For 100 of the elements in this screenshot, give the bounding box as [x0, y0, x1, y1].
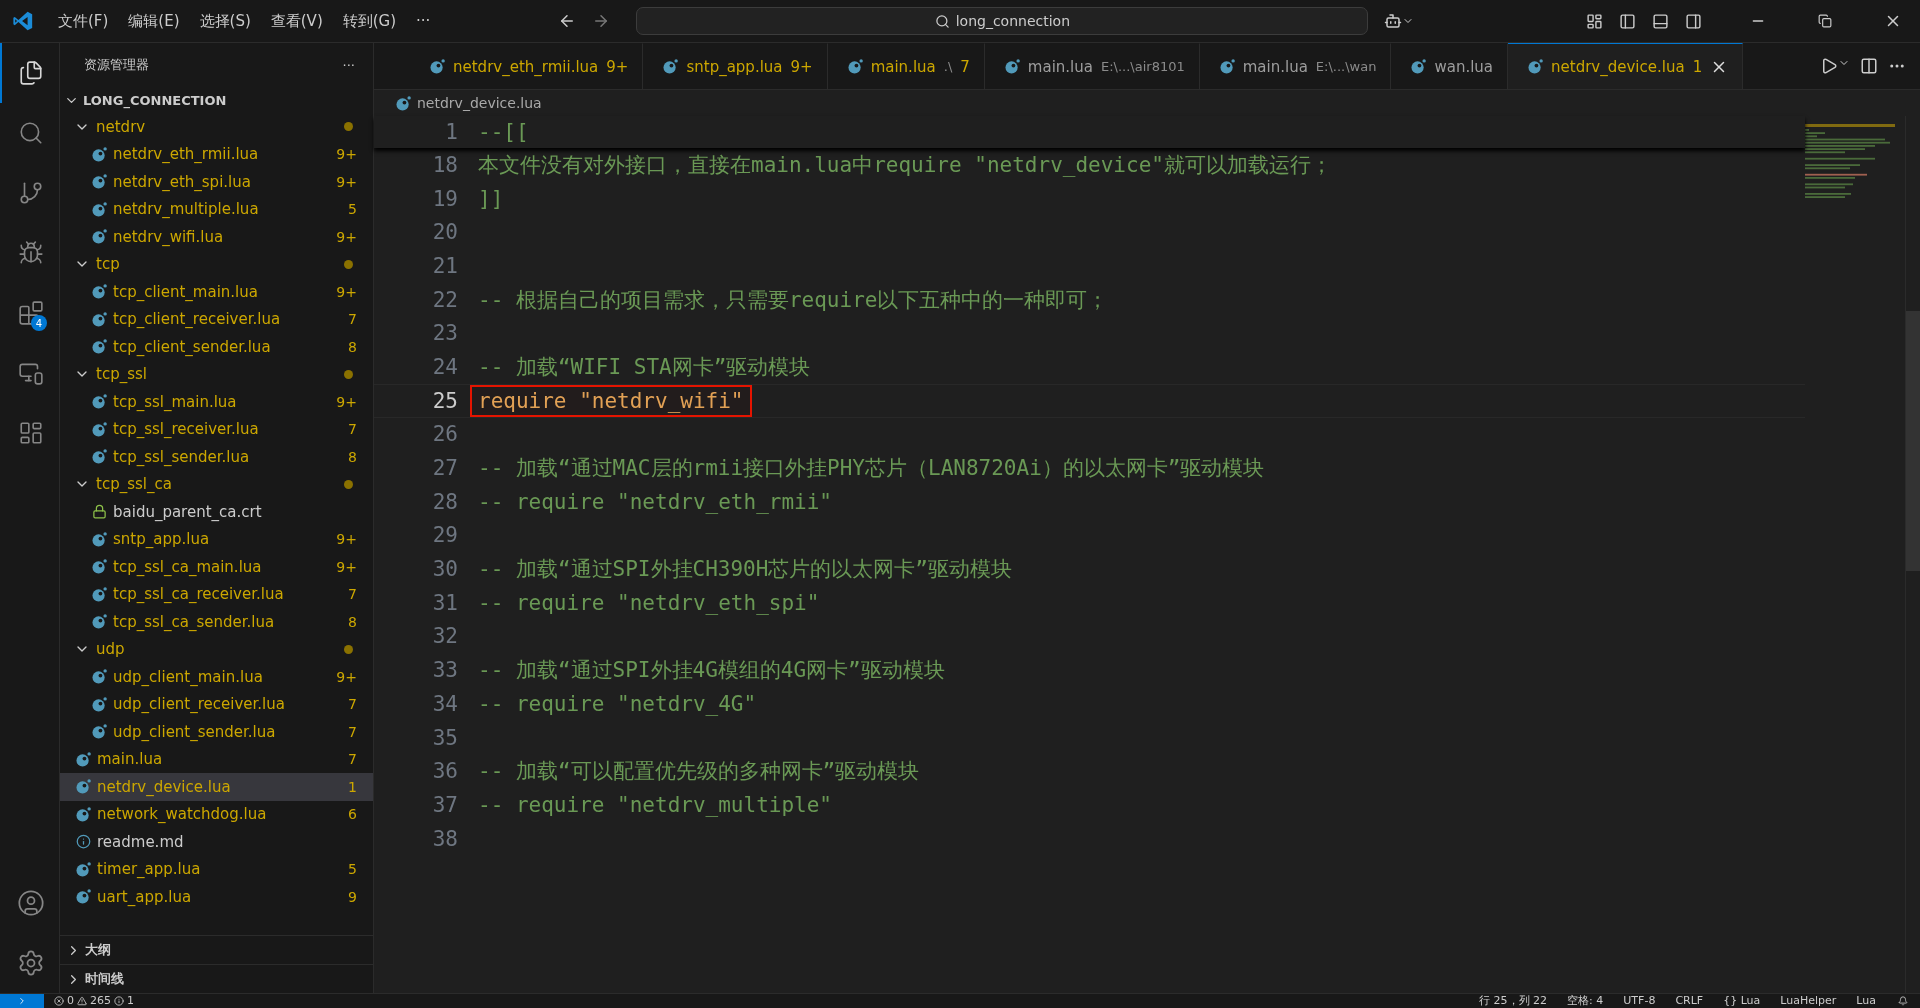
search-icon [934, 13, 950, 29]
status-item[interactable]: CRLF [1665, 995, 1714, 1007]
lua-file-icon [396, 95, 411, 111]
file-item[interactable]: tcp_ssl_ca_receiver.lua 7 [60, 580, 373, 608]
problem-count: 7 [348, 696, 357, 713]
file-item[interactable]: netdrv_multiple.lua 5 [60, 195, 373, 223]
menu-item[interactable]: 编辑(E) [118, 11, 190, 31]
file-item[interactable]: baidu_parent_ca.crt [60, 498, 373, 526]
status-item[interactable]: LuaHelper [1770, 995, 1847, 1007]
lua-file-icon [92, 724, 107, 740]
status-item[interactable]: 行 25，列 22 [1469, 995, 1558, 1007]
folder-name: tcp_ssl_ca [96, 475, 173, 494]
problem-count: 7 [348, 586, 357, 603]
file-item[interactable]: tcp_ssl_ca_sender.lua 8 [60, 608, 373, 636]
file-item[interactable]: udp_client_sender.lua 7 [60, 718, 373, 746]
lua-file-icon [92, 394, 107, 410]
folder-item[interactable]: netdrv [60, 113, 373, 141]
code-line: -- 加载“通过SPI外挂CH390H芯片的以太网卡”驱动模块 [477, 556, 1013, 584]
project-folder[interactable]: LONG_CONNECTION [60, 87, 373, 113]
line-number: 29 [431, 523, 459, 548]
folder-item[interactable]: tcp_ssl_ca [60, 470, 373, 498]
folder-item[interactable]: tcp_ssl [60, 360, 373, 388]
section-header[interactable]: 大纲 [60, 935, 373, 964]
code-line: -- 根据自己的项目需求，只需要require以下五种中的一种即可； [477, 286, 1110, 314]
folder-name: tcp_ssl [96, 365, 148, 384]
problem-count: 9+ [336, 668, 357, 685]
status-item[interactable]: {} Lua [1713, 995, 1771, 1007]
panel-toggle-icon[interactable] [1652, 12, 1669, 30]
folder-name: udp [96, 640, 126, 659]
folder-item[interactable]: tcp [60, 250, 373, 278]
activity-bar-item[interactable]: 4 [0, 283, 59, 343]
secondary-sidebar-icon[interactable] [1685, 12, 1702, 30]
menu-item[interactable]: 转到(G) [332, 11, 407, 31]
line-number: 32 [431, 624, 459, 649]
line-number: 28 [431, 489, 459, 514]
split-editor-icon[interactable] [1860, 57, 1878, 75]
code-line: -- require "netdrv_eth_spi" [477, 589, 821, 617]
menu-item[interactable]: 查看(V) [260, 11, 333, 31]
file-item[interactable]: readme.md [60, 828, 373, 856]
lua-file-icon [663, 59, 679, 74]
status-item[interactable]: Lua [1846, 995, 1886, 1007]
files-icon [17, 60, 44, 86]
file-item[interactable]: timer_app.lua 5 [60, 855, 373, 883]
layout-icon[interactable] [1586, 12, 1603, 30]
problem-count: 9+ [336, 558, 357, 575]
file-item[interactable]: tcp_ssl_receiver.lua 7 [60, 415, 373, 443]
file-item[interactable]: netdrv_eth_spi.lua 9+ [60, 168, 373, 196]
lua-file-icon [1528, 59, 1544, 74]
breadcrumb-item[interactable]: netdrv_device.lua [417, 95, 542, 111]
file-item[interactable]: netdrv_device.lua 1 [60, 773, 373, 801]
extensions-icon [17, 300, 44, 326]
problem-count: 6 [348, 806, 357, 823]
file-item[interactable]: network_watchdog.lua 6 [60, 800, 373, 828]
lua-file-icon [92, 531, 107, 547]
explorer-title: 资源管理器 [84, 56, 149, 74]
file-item[interactable]: tcp_ssl_ca_main.lua 9+ [60, 553, 373, 581]
problem-count: 5 [348, 201, 357, 218]
file-item[interactable]: uart_app.lua 9 [60, 883, 373, 911]
file-item[interactable]: tcp_client_receiver.lua 7 [60, 305, 373, 333]
more-actions-button[interactable]: ··· [342, 57, 355, 73]
folder-item[interactable]: udp [60, 635, 373, 663]
problem-count: 9+ [336, 531, 357, 548]
command-center-field[interactable]: long_connection [636, 7, 1369, 35]
menu-item[interactable]: 选择(S) [189, 11, 261, 31]
sidebar-toggle-icon[interactable] [1619, 12, 1636, 30]
file-item[interactable]: main.lua 7 [60, 745, 373, 773]
lua-file-icon [847, 59, 863, 74]
line-number: 20 [431, 220, 459, 245]
restore-icon[interactable] [1818, 14, 1832, 28]
problems-indicator[interactable]: 0 265 1 [44, 995, 144, 1007]
code-line: -- require "netdrv_eth_rmii" [477, 488, 833, 516]
file-item[interactable]: udp_client_receiver.lua 7 [60, 690, 373, 718]
file-item[interactable]: sntp_app.lua 9+ [60, 525, 373, 553]
notifications-icon[interactable] [1898, 996, 1908, 1006]
file-item[interactable]: tcp_ssl_main.lua 9+ [60, 388, 373, 416]
lua-file-icon [92, 586, 107, 602]
lua-file-icon [92, 449, 107, 465]
file-item[interactable]: netdrv_eth_rmii.lua 9+ [60, 140, 373, 168]
file-item[interactable]: netdrv_wifi.lua 9+ [60, 223, 373, 251]
status-dot [344, 369, 353, 379]
lua-file-icon [76, 751, 91, 767]
notification-badge: 4 [31, 315, 47, 331]
status-item[interactable]: UTF-8 [1613, 995, 1666, 1007]
line-number: 35 [431, 725, 459, 750]
editor-tab[interactable]: netdrv_device.lua 1 [1508, 43, 1744, 89]
run-icon[interactable] [1820, 57, 1850, 75]
lua-file-icon [92, 696, 107, 712]
file-item[interactable]: udp_client_main.lua 9+ [60, 663, 373, 691]
line-number: 37 [431, 792, 459, 817]
lua-file-icon [92, 284, 107, 300]
problem-count: 9+ [336, 393, 357, 410]
file-item[interactable]: tcp_client_main.lua 9+ [60, 278, 373, 306]
code-line: -- 加载“通过MAC层的rmii接口外挂PHY芯片（LAN8720Ai）的以太网卡”驱动模块 [477, 455, 1266, 483]
info-icon [76, 834, 91, 850]
file-item[interactable]: tcp_ssl_sender.lua 8 [60, 443, 373, 471]
lua-file-icon [92, 421, 107, 437]
menu-item[interactable]: 文件(F) [48, 11, 119, 31]
menu-item[interactable]: ··· [406, 12, 441, 30]
file-item[interactable]: tcp_client_sender.lua 8 [60, 333, 373, 361]
status-item[interactable]: 空格: 4 [1557, 995, 1614, 1007]
